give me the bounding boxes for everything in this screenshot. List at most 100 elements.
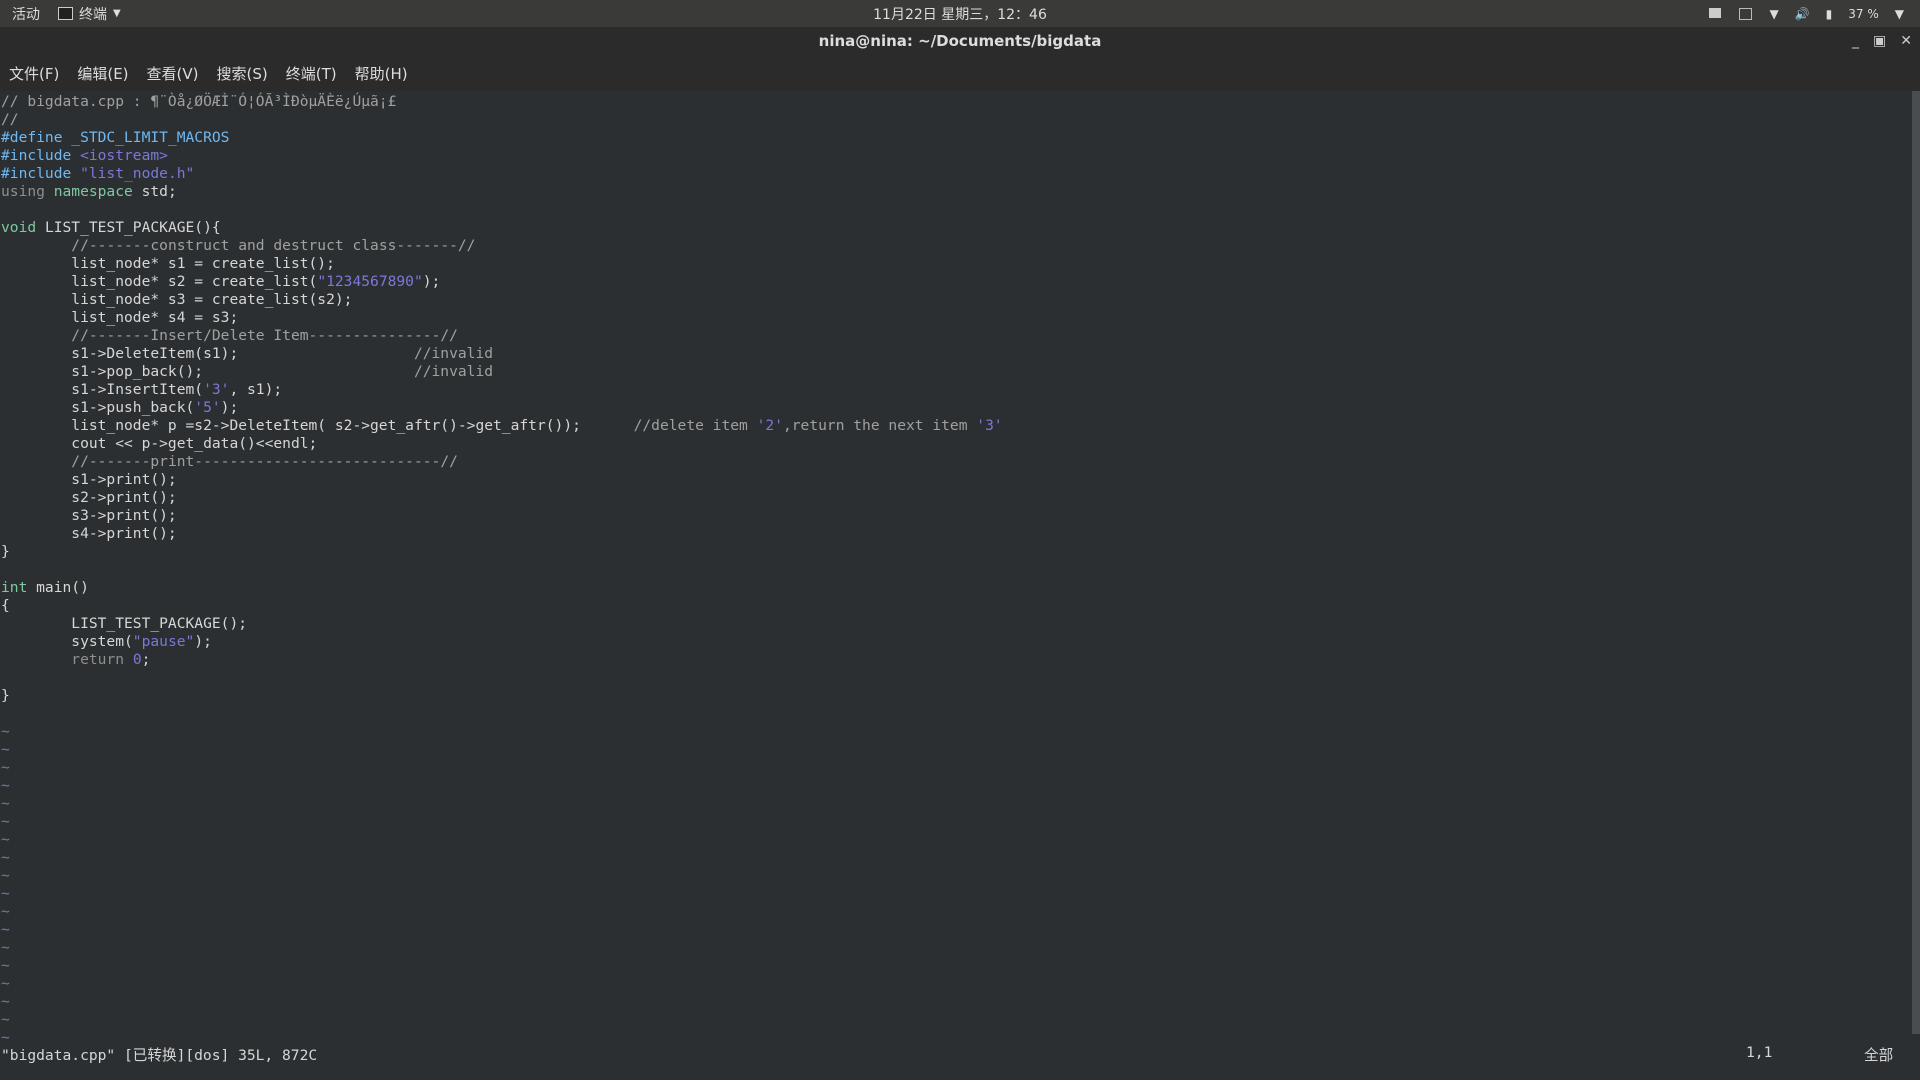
code-token: '3'	[203, 381, 230, 398]
empty-line-marker: ~	[1, 867, 1003, 885]
code-line: // bigdata.cpp : ¶¨Òå¿ØÖÆÌ¨Ó¦ÓÃ³ÌÐòµÄÈë¿…	[1, 93, 1003, 111]
code-line: s1->pop_back(); //invalid	[1, 363, 1003, 381]
minimize-icon[interactable]: _	[1852, 33, 1859, 49]
code-token: void	[1, 219, 37, 236]
menu-file[interactable]: 文件(F)	[9, 63, 68, 84]
code-line: system("pause");	[1, 633, 1003, 651]
code-token: }	[1, 543, 10, 560]
window-title: nina@nina: ~/Documents/bigdata	[818, 32, 1102, 50]
code-line: #include <iostream>	[1, 147, 1003, 165]
code-buffer[interactable]: // bigdata.cpp : ¶¨Òå¿ØÖÆÌ¨Ó¦ÓÃ³ÌÐòµÄÈë¿…	[1, 93, 1003, 1047]
code-token: <iostream>	[80, 147, 168, 164]
battery-icon[interactable]: ▮	[1826, 7, 1833, 21]
clock[interactable]: 11月22日 星期三，12：46	[873, 4, 1047, 24]
code-token: std;	[132, 183, 177, 200]
code-token: '3'	[976, 417, 1003, 434]
status-message: "bigdata.cpp" [已转换][dos] 35L, 872C	[1, 1047, 318, 1064]
code-token: ~	[1, 795, 10, 812]
empty-line-marker: ~	[1, 813, 1003, 831]
code-token: ~	[1, 957, 10, 974]
code-token: list_node* s4 = s3;	[1, 309, 239, 326]
scroll-position: 全部	[1864, 1047, 1894, 1064]
code-token: );	[422, 273, 441, 290]
empty-line-marker: ~	[1, 903, 1003, 921]
code-token: using	[1, 183, 54, 200]
code-token: ~	[1, 723, 10, 740]
menu-terminal[interactable]: 终端(T)	[286, 63, 346, 84]
code-line: {	[1, 597, 1003, 615]
code-token: "list_node.h"	[80, 165, 195, 182]
code-line: s1->print();	[1, 471, 1003, 489]
code-token: ~	[1, 741, 10, 758]
system-menu-caret-icon[interactable]: ▼	[1895, 7, 1904, 21]
code-line: }	[1, 687, 1003, 705]
scrollbar[interactable]	[1912, 91, 1920, 1034]
menu-bar: 文件(F) 编辑(E) 查看(V) 搜索(S) 终端(T) 帮助(H)	[0, 55, 1920, 91]
code-token: ~	[1, 993, 10, 1010]
cursor-position: 1,1	[1746, 1044, 1773, 1061]
code-token: 0	[132, 651, 142, 668]
code-line: #define _STDC_LIMIT_MACROS	[1, 129, 1003, 147]
window-titlebar[interactable]: nina@nina: ~/Documents/bigdata _ ▣ ✕	[0, 27, 1920, 55]
wifi-icon[interactable]: ▼	[1769, 7, 1778, 21]
menu-edit[interactable]: 编辑(E)	[77, 63, 137, 84]
menu-help[interactable]: 帮助(H)	[355, 63, 417, 84]
code-token: list_node* s1 = create_list();	[1, 255, 335, 272]
code-token: int	[1, 579, 28, 596]
window-controls: _ ▣ ✕	[1852, 27, 1912, 55]
code-token: //-------construct and destruct class---…	[71, 237, 476, 254]
code-token: list_node* p =s2->DeleteItem( s2->get_af…	[1, 417, 634, 434]
code-line: using namespace std;	[1, 183, 1003, 201]
code-line: list_node* p =s2->DeleteItem( s2->get_af…	[1, 417, 1003, 435]
window-indicator-icon[interactable]	[1739, 7, 1753, 20]
close-icon[interactable]: ✕	[1900, 33, 1912, 49]
code-line: #include "list_node.h"	[1, 165, 1003, 183]
empty-line-marker: ~	[1, 1011, 1003, 1029]
code-token: ~	[1, 939, 10, 956]
code-token: main()	[27, 579, 89, 596]
empty-line-marker: ~	[1, 993, 1003, 1011]
maximize-icon[interactable]: ▣	[1873, 33, 1886, 49]
code-token: #include	[1, 147, 81, 164]
code-line: list_node* s4 = s3;	[1, 309, 1003, 327]
code-token: s1->pop_back();	[1, 363, 414, 380]
code-token: LIST_TEST_PACKAGE();	[1, 615, 248, 632]
code-token: // bigdata.cpp : ¶¨Òå¿ØÖÆÌ¨Ó¦ÓÃ³ÌÐòµÄÈë¿…	[1, 93, 397, 110]
code-line: list_node* s3 = create_list(s2);	[1, 291, 1003, 309]
code-token: ,return the next item	[782, 417, 977, 434]
code-token: ~	[1, 885, 10, 902]
menu-search[interactable]: 搜索(S)	[217, 63, 277, 84]
code-token: );	[220, 399, 239, 416]
volume-icon[interactable]: 🔊	[1795, 7, 1810, 21]
terminal-view[interactable]: // bigdata.cpp : ¶¨Òå¿ØÖÆÌ¨Ó¦ÓÃ³ÌÐòµÄÈë¿…	[0, 91, 1908, 1080]
menu-view[interactable]: 查看(V)	[147, 63, 208, 84]
code-line: //-------print--------------------------…	[1, 453, 1003, 471]
code-token: s2->print();	[1, 489, 177, 506]
empty-line-marker: ~	[1, 849, 1003, 867]
code-token: ~	[1, 1011, 10, 1028]
code-token: //-------Insert/Delete Item-------------…	[71, 327, 458, 344]
code-token: "pause"	[132, 633, 195, 650]
code-token: ~	[1, 849, 10, 866]
empty-line-marker: ~	[1, 939, 1003, 957]
code-token: s1->InsertItem(	[1, 381, 204, 398]
code-token: list_node* s3 = create_list(s2);	[1, 291, 353, 308]
code-line: void LIST_TEST_PACKAGE(){	[1, 219, 1003, 237]
code-token: #include	[1, 165, 81, 182]
code-token: ~	[1, 813, 10, 830]
screen-indicator-icon[interactable]	[1709, 7, 1723, 20]
code-token: ~	[1, 903, 10, 920]
code-token: s1->print();	[1, 471, 177, 488]
code-token: s1->push_back(	[1, 399, 195, 416]
system-tray[interactable]: ▼ 🔊 ▮ 37 % ▼	[1709, 0, 1904, 27]
code-line: int main()	[1, 579, 1003, 597]
code-token: //invalid	[413, 345, 494, 362]
code-token: namespace	[53, 183, 133, 200]
empty-line-marker: ~	[1, 975, 1003, 993]
code-token: "1234567890"	[317, 273, 423, 290]
code-token: //	[1, 111, 19, 128]
code-line: list_node* s2 = create_list("1234567890"…	[1, 273, 1003, 291]
code-token: s1->DeleteItem(s1);	[1, 345, 414, 362]
code-line: s1->DeleteItem(s1); //invalid	[1, 345, 1003, 363]
